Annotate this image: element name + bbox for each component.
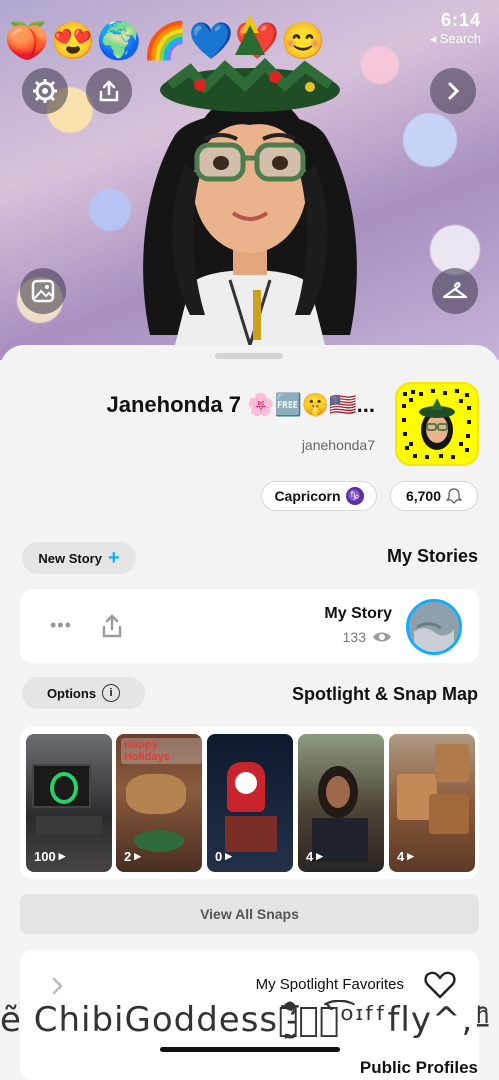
thumb-2-caption: Happy Holidays xyxy=(121,738,202,764)
view-all-snaps-button[interactable]: View All Snaps xyxy=(20,894,479,934)
forward-button[interactable] xyxy=(430,68,476,114)
zodiac-label: Capricorn xyxy=(274,488,341,504)
status-bar: 6:14 ◂ Search xyxy=(430,10,481,47)
outfit-button[interactable] xyxy=(432,268,478,314)
share-story-icon[interactable] xyxy=(100,613,124,639)
gear-icon xyxy=(33,79,57,103)
settings-button[interactable] xyxy=(22,68,68,114)
hanger-icon xyxy=(442,281,468,299)
home-indicator[interactable] xyxy=(160,1047,340,1052)
photo-icon xyxy=(31,279,55,303)
thumb-5-views: 4 ▸ xyxy=(397,848,414,864)
username: janehonda7 xyxy=(301,437,375,453)
spotlight-thumb-4[interactable]: 4 ▸ xyxy=(298,734,384,872)
story-views: 133 xyxy=(320,629,392,645)
thumb-1-views: 100 ▸ xyxy=(34,848,66,864)
new-story-label: New Story xyxy=(38,550,102,566)
my-stories-title: My Stories xyxy=(386,546,478,566)
chevron-right-icon xyxy=(448,82,460,100)
thumb-3-views: 0 ▸ xyxy=(215,848,232,864)
bitmoji-avatar xyxy=(135,15,365,360)
public-profiles-title: Public Profiles xyxy=(359,1058,478,1077)
my-story-card[interactable]: My Story 133 ••• xyxy=(20,589,479,663)
spotlight-options-button[interactable]: Options i xyxy=(22,677,145,709)
zodiac-pill[interactable]: Capricorn ♑ xyxy=(261,481,377,511)
overlay-caption: ẽ ChibiGoddess๒̵̮̰̅̊̀̀̌̒̔̀ͧͦ̀͡ᵒᶦᶠᶠfly^, … xyxy=(0,1000,484,1040)
drag-handle[interactable] xyxy=(215,353,283,359)
ghost-icon xyxy=(446,488,463,504)
spotlight-title: Spotlight & Snap Map xyxy=(292,684,478,704)
spotlight-thumb-5[interactable]: 4 ▸ xyxy=(389,734,475,872)
spotlight-thumb-1[interactable]: 100 ▸ xyxy=(26,734,112,872)
gallery-button[interactable] xyxy=(20,268,66,314)
views-count: 133 xyxy=(342,629,366,645)
thumb-4-views: 4 ▸ xyxy=(306,848,323,864)
new-story-button[interactable]: New Story + xyxy=(22,542,136,574)
my-story-label: My Story xyxy=(324,605,392,622)
favorites-label: My Spotlight Favorites xyxy=(255,976,404,993)
options-label: Options xyxy=(46,685,97,701)
story-thumbnail[interactable] xyxy=(406,599,462,655)
snap-score-value: 6,700 xyxy=(405,488,442,504)
info-icon: i xyxy=(102,684,121,702)
zodiac-icon: ♑ xyxy=(345,487,364,505)
back-label: Search xyxy=(439,31,481,46)
chevron-icon xyxy=(52,977,63,995)
peach-emoji: 🍑 xyxy=(4,20,50,61)
more-options-icon[interactable]: ••• xyxy=(50,615,72,636)
thumb-2-views: 2 ▸ xyxy=(124,848,141,864)
eye-icon xyxy=(373,632,391,642)
spotlight-thumb-3[interactable]: 0 ▸ xyxy=(207,734,293,872)
snap-score-pill[interactable]: 6,700 xyxy=(390,481,478,511)
spotlight-thumb-2[interactable]: Happy Holidays 2 ▸ xyxy=(116,734,202,872)
display-name: Janehonda 7 🌸🆓🤫🇺🇸... xyxy=(106,392,375,417)
status-time: 6:14 xyxy=(440,10,481,30)
plus-icon: + xyxy=(107,547,120,569)
share-profile-button[interactable] xyxy=(86,68,132,114)
heart-eyes-emoji: 😍 xyxy=(50,20,96,61)
share-icon xyxy=(99,80,119,102)
profile-hero: 🍑 😍 🌍 🌈 💙 ❤️ 😊 6:14 ◂ Search xyxy=(0,0,499,360)
heart-icon xyxy=(424,971,456,999)
snapcode[interactable] xyxy=(395,382,479,466)
back-to-search[interactable]: ◂ Search xyxy=(430,31,481,47)
